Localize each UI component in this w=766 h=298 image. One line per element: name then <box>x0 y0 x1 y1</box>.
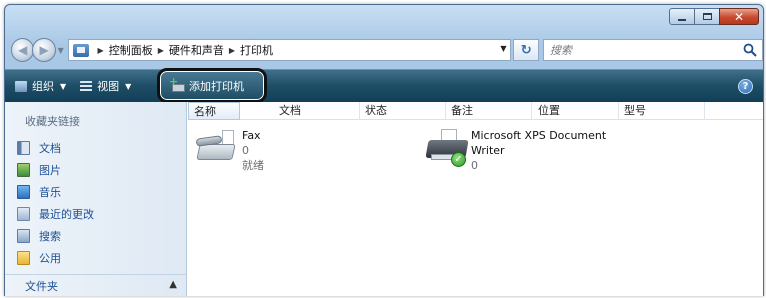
views-menu[interactable]: 视图 ▼ <box>80 78 131 94</box>
fax-icon <box>194 128 242 168</box>
chevron-up-icon: ▲ <box>169 279 177 290</box>
recent-icon <box>17 207 30 221</box>
printer-status: 就绪 <box>242 159 264 172</box>
printer-document-count: 0 <box>242 144 249 157</box>
control-panel-icon <box>72 43 89 57</box>
maximize-button[interactable] <box>694 8 720 25</box>
printer-item-xps-writer[interactable]: ✓ Microsoft XPS Document Writer 0 <box>423 128 606 173</box>
printer-item-details: Fax 0 就绪 <box>242 128 264 173</box>
column-header-comments[interactable]: 备注 <box>446 102 532 120</box>
printer-list-pane: 名称 文档 状态 备注 位置 型号 Fax 0 就绪 ✓ Microsoft X… <box>188 102 763 296</box>
views-label: 视图 <box>97 80 120 93</box>
nav-link-documents[interactable]: 文档 <box>17 137 94 159</box>
forward-button[interactable]: ▶ <box>32 38 56 62</box>
column-header-location[interactable]: 位置 <box>533 102 619 120</box>
folders-label: 文件夹 <box>25 279 58 293</box>
navigation-pane: 收藏夹链接 文档 图片 音乐 最近的更改 搜索 公用 文件夹 ▲ <box>5 102 187 296</box>
add-printer-icon <box>169 75 185 92</box>
favorite-links-list: 文档 图片 音乐 最近的更改 搜索 公用 <box>17 137 94 269</box>
column-header-documents[interactable]: 文档 <box>274 102 360 120</box>
document-icon <box>17 141 30 155</box>
nav-link-music[interactable]: 音乐 <box>17 181 94 203</box>
chevron-down-icon: ▼ <box>125 81 132 91</box>
search-folder-icon <box>17 229 30 243</box>
add-printer-button[interactable]: 添加打印机 <box>157 68 267 103</box>
organize-menu[interactable]: 组织 ▼ <box>15 78 66 94</box>
nav-link-label: 搜索 <box>39 230 61 243</box>
minimize-icon <box>678 18 686 21</box>
pictures-icon <box>17 163 30 177</box>
search-placeholder: 搜索 <box>549 44 572 57</box>
address-bar[interactable]: ▶ 控制面板 ▶ 硬件和声音 ▶ 打印机 ▼ <box>67 39 512 61</box>
folders-toggle[interactable]: 文件夹 ▲ <box>5 274 187 296</box>
printer-name-continued: Writer <box>471 144 505 157</box>
column-header-model[interactable]: 型号 <box>619 102 705 120</box>
breadcrumb-printers[interactable]: 打印机 <box>240 42 273 58</box>
nav-link-pictures[interactable]: 图片 <box>17 159 94 181</box>
printer-name: Microsoft XPS Document <box>471 129 607 142</box>
content-area: 收藏夹链接 文档 图片 音乐 最近的更改 搜索 公用 文件夹 ▲ 名称 文档 状… <box>5 102 763 296</box>
nav-link-label: 文档 <box>39 142 61 155</box>
printer-document-count: 0 <box>471 159 478 172</box>
back-button[interactable]: ◀ <box>11 38 35 62</box>
minimize-button[interactable] <box>669 8 695 25</box>
refresh-icon: ↻ <box>520 42 532 58</box>
chevron-down-icon: ▼ <box>60 81 67 91</box>
nav-link-label: 最近的更改 <box>39 208 94 221</box>
nav-link-public[interactable]: 公用 <box>17 247 94 269</box>
column-header-name[interactable]: 名称 <box>188 102 240 120</box>
organize-label: 组织 <box>32 80 54 93</box>
help-button[interactable]: ? <box>738 79 753 94</box>
nav-link-recent-changes[interactable]: 最近的更改 <box>17 203 94 225</box>
help-icon: ? <box>742 81 749 92</box>
nav-link-searches[interactable]: 搜索 <box>17 225 94 247</box>
favorite-links-heading: 收藏夹链接 <box>25 115 80 128</box>
command-toolbar: 组织 ▼ 视图 ▼ 添加打印机 ? <box>5 68 763 103</box>
breadcrumb-separator-icon[interactable]: ▶ <box>229 46 235 55</box>
music-icon <box>17 185 30 199</box>
views-icon <box>80 80 93 92</box>
explorer-window: ✕ ◀ ▶ ▼ ▶ 控制面板 ▶ 硬件和声音 ▶ 打印机 ▼ ↻ 搜索 组织 ▼… <box>4 4 764 296</box>
printer-item-details: Microsoft XPS Document Writer 0 <box>471 128 606 173</box>
column-header-row: 名称 文档 状态 备注 位置 型号 <box>188 102 763 120</box>
nav-link-label: 公用 <box>39 252 61 265</box>
breadcrumb-hardware-sound[interactable]: 硬件和声音 <box>169 42 224 58</box>
search-icon[interactable] <box>743 43 757 57</box>
address-dropdown-icon[interactable]: ▼ <box>500 44 506 53</box>
public-folder-icon <box>17 251 30 265</box>
printer-name: Fax <box>242 129 261 142</box>
search-input[interactable]: 搜索 <box>542 39 763 61</box>
close-button[interactable]: ✕ <box>719 8 759 25</box>
nav-link-label: 音乐 <box>39 186 61 199</box>
add-printer-label: 添加打印机 <box>189 79 244 93</box>
refresh-button[interactable]: ↻ <box>513 39 539 61</box>
maximize-icon <box>702 13 712 20</box>
nav-link-label: 图片 <box>39 164 61 177</box>
breadcrumb-separator-icon[interactable]: ▶ <box>98 46 104 55</box>
breadcrumb-control-panel[interactable]: 控制面板 <box>109 42 153 58</box>
close-icon: ✕ <box>733 9 745 24</box>
column-header-status[interactable]: 状态 <box>360 102 446 120</box>
breadcrumb-separator-icon[interactable]: ▶ <box>158 46 164 55</box>
printer-default-icon: ✓ <box>423 128 471 168</box>
printer-item-fax[interactable]: Fax 0 就绪 <box>194 128 264 173</box>
address-row: ◀ ▶ ▼ ▶ 控制面板 ▶ 硬件和声音 ▶ 打印机 ▼ ↻ 搜索 <box>11 37 763 63</box>
forward-arrow-icon: ▶ <box>39 43 49 57</box>
recent-pages-dropdown[interactable]: ▼ <box>56 46 66 55</box>
back-arrow-icon: ◀ <box>18 43 28 57</box>
caption-buttons: ✕ <box>669 8 759 25</box>
default-check-icon: ✓ <box>451 152 466 167</box>
organize-icon <box>15 80 27 92</box>
